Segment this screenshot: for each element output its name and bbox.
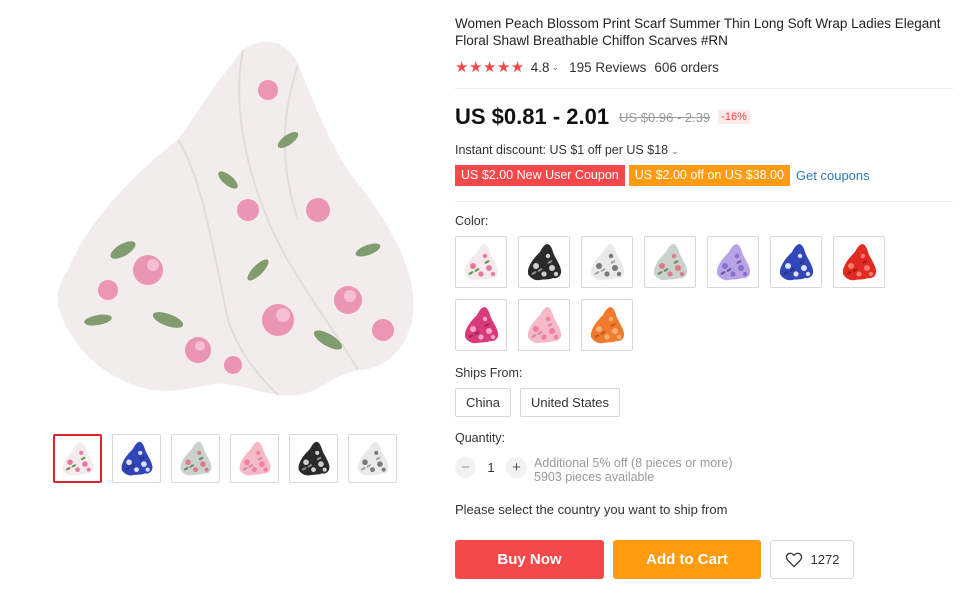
stock-available: 5903 pieces available [534, 470, 655, 484]
gallery-thumb-gray-white[interactable] [348, 434, 397, 483]
quantity-decrease-button[interactable]: − [455, 457, 476, 478]
quantity-increase-button[interactable]: + [506, 457, 527, 478]
ship-option-china[interactable]: China [455, 388, 511, 417]
get-coupons-link[interactable]: Get coupons [796, 168, 870, 183]
buy-now-button[interactable]: Buy Now [455, 540, 604, 579]
gallery-thumb-light-pink[interactable] [230, 434, 279, 483]
instant-discount-text: Instant discount: US $1 off per US $18 [455, 143, 669, 157]
quantity-stepper: − 1 + [455, 457, 527, 478]
color-label: Color: [455, 214, 489, 228]
ship-country-message: Please select the country you want to sh… [455, 502, 728, 517]
scarf-thumbnail-image [780, 244, 814, 281]
scarf-thumbnail-image [717, 244, 751, 281]
scarf-thumbnail-image [357, 441, 389, 476]
chevron-down-icon[interactable]: ⌄ [552, 62, 560, 73]
gallery-thumb-black[interactable] [289, 434, 338, 483]
current-price: US $0.81 - 2.01 [455, 104, 610, 129]
new-user-coupon[interactable]: US $2.00 New User Coupon [455, 165, 625, 186]
scarf-thumbnail-image [654, 244, 688, 281]
orders-count: 606 orders [654, 59, 719, 75]
color-swatch-gray-white[interactable] [581, 236, 633, 288]
color-swatch-purple[interactable] [707, 236, 759, 288]
rating-row: ★★★★★ 4.8 ⌄ 195 Reviews 606 orders [455, 58, 719, 76]
scarf-thumbnail-image [528, 244, 562, 281]
color-swatches [455, 236, 895, 351]
scarf-thumbnail-image [121, 441, 153, 476]
add-to-cart-button[interactable]: Add to Cart [613, 540, 761, 579]
scarf-thumbnail-image [591, 307, 625, 344]
coupon-row: US $2.00 New User Coupon US $2.00 off on… [455, 165, 870, 186]
scarf-thumbnail-image [180, 441, 212, 476]
color-swatch-orange[interactable] [581, 299, 633, 351]
scarf-thumbnail-image [62, 441, 94, 476]
reviews-link[interactable]: 195 Reviews [569, 60, 646, 75]
quantity-note: Additional 5% off (8 pieces or more) 590… [534, 456, 732, 484]
gallery-thumb-pink-white[interactable] [53, 434, 102, 483]
action-buttons: Buy Now Add to Cart 1272 [455, 540, 854, 579]
price-row: US $0.81 - 2.01 US $0.96 - 2.39 -16% [455, 104, 750, 130]
original-price: US $0.96 - 2.39 [619, 109, 711, 125]
ships-from-options: China United States [455, 388, 621, 417]
discount-badge: -16% [718, 110, 750, 124]
wishlist-count: 1272 [810, 552, 840, 567]
divider [455, 201, 953, 202]
chevron-down-icon[interactable]: ⌄ [671, 146, 679, 156]
scarf-thumbnail-image [465, 244, 499, 281]
bulk-discount-note: Additional 5% off (8 pieces or more) [534, 456, 733, 470]
ship-option-united-states[interactable]: United States [519, 388, 621, 417]
quantity-value[interactable]: 1 [476, 460, 506, 475]
quantity-label: Quantity: [455, 431, 506, 445]
scarf-thumbnail-image [591, 244, 625, 281]
color-swatch-rose[interactable] [455, 299, 507, 351]
color-swatch-blue[interactable] [770, 236, 822, 288]
scarf-main-illustration [57, 41, 414, 396]
scarf-thumbnail-image [843, 244, 877, 281]
color-swatch-black[interactable] [518, 236, 570, 288]
main-product-image[interactable] [28, 20, 420, 412]
gallery-thumb-blue[interactable] [112, 434, 161, 483]
scarf-thumbnail-image [465, 307, 499, 344]
ships-from-label: Ships From: [455, 366, 523, 380]
instant-discount[interactable]: Instant discount: US $1 off per US $18 ⌄ [455, 143, 689, 157]
color-swatch-gray-green[interactable] [644, 236, 696, 288]
scarf-thumbnail-image [298, 441, 330, 476]
color-swatch-pink-white[interactable] [455, 236, 507, 288]
divider [455, 88, 953, 89]
scarf-thumbnail-image [239, 441, 271, 476]
rating-value[interactable]: 4.8 [531, 60, 550, 75]
scarf-thumbnail-image [528, 307, 562, 344]
heart-icon [785, 552, 802, 567]
gallery-thumb-gray-green[interactable] [171, 434, 220, 483]
color-swatch-red[interactable] [833, 236, 885, 288]
rating-stars: ★★★★★ [455, 59, 525, 76]
store-coupon[interactable]: US $2.00 off on US $38.00 [628, 165, 790, 186]
gallery-thumbnails [53, 434, 397, 483]
wishlist-button[interactable]: 1272 [770, 540, 854, 579]
color-swatch-light-pink[interactable] [518, 299, 570, 351]
product-title: Women Peach Blossom Print Scarf Summer T… [455, 16, 941, 48]
